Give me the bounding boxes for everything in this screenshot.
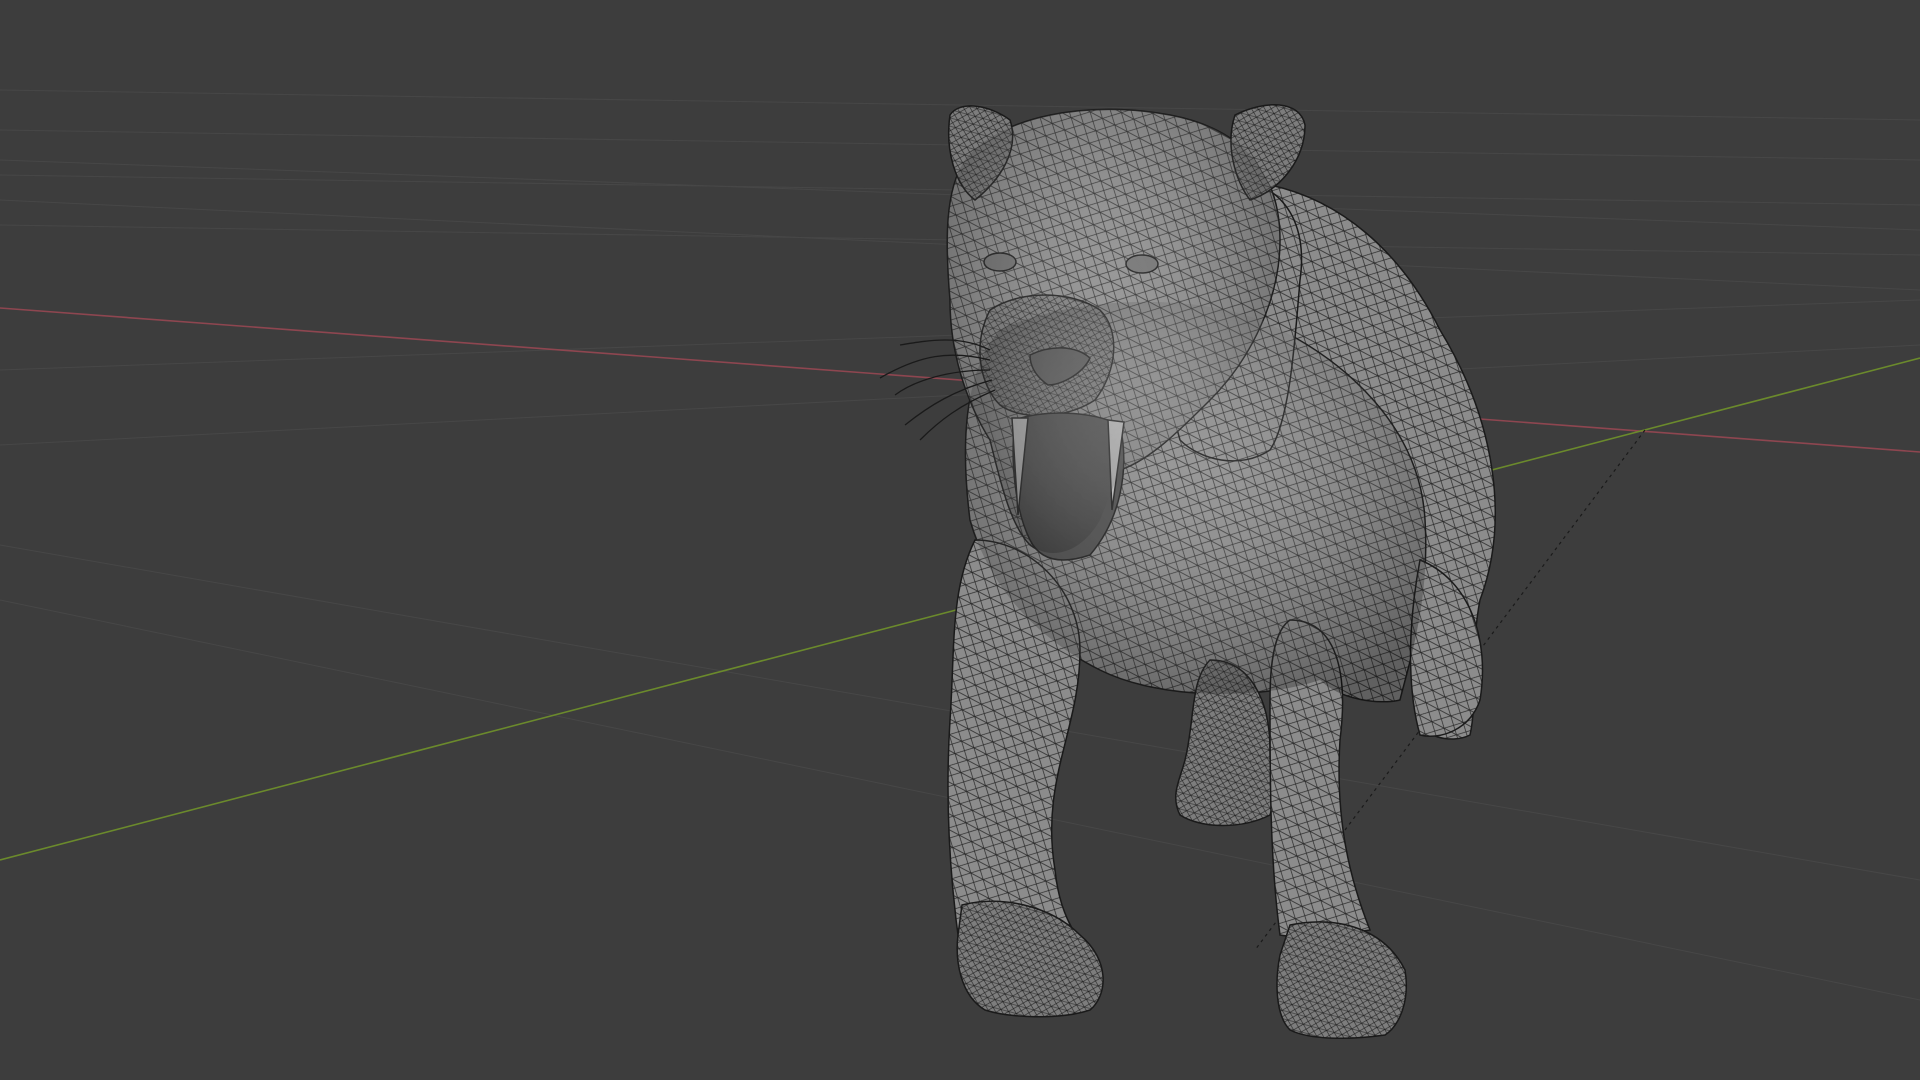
viewport-canvas[interactable] xyxy=(0,0,1920,1080)
front-paw-left xyxy=(956,900,1104,1018)
3d-viewport[interactable] xyxy=(0,0,1920,1080)
front-paw-right xyxy=(1276,921,1407,1040)
